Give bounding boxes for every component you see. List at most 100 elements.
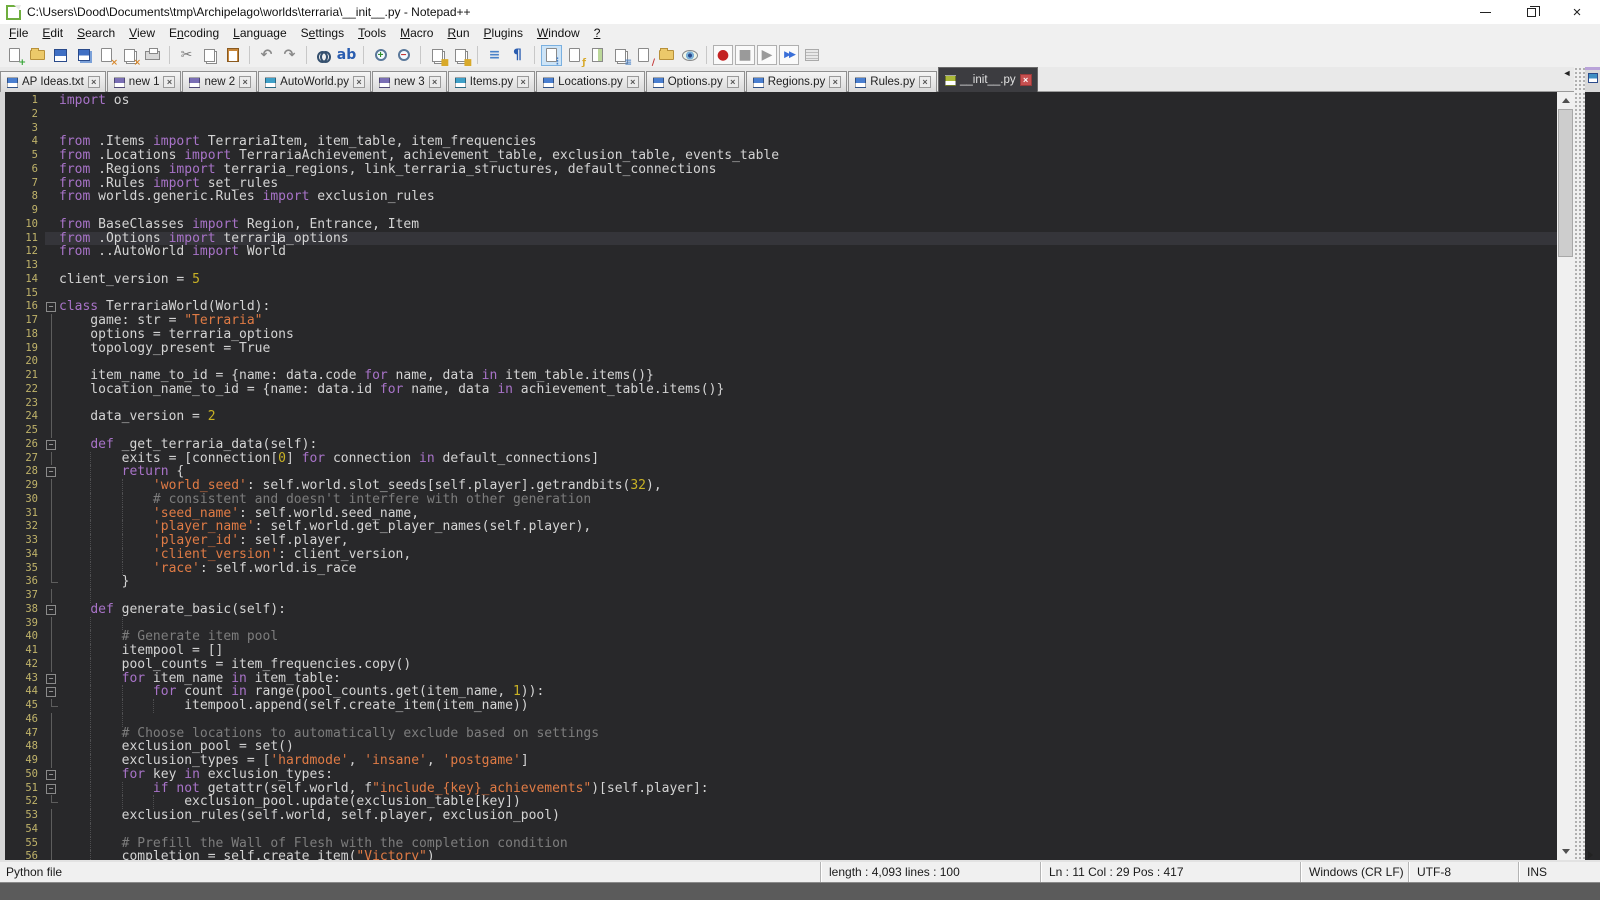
menu-view[interactable]: View [122,24,162,43]
code-line-52[interactable]: 52 exclusion_pool.update(exclusion_table… [5,795,1557,809]
code-line-10[interactable]: 10from BaseClasses import Region, Entran… [5,218,1557,232]
cut-icon[interactable]: ✂ [176,45,197,66]
copy-icon[interactable] [199,45,220,66]
sync-vertical-scroll-icon[interactable]: ■ [427,45,448,66]
tab-close-icon[interactable]: × [163,76,175,88]
tab-new-2[interactable]: new 2× [182,71,257,92]
find-icon[interactable] [313,45,334,66]
code-line-48[interactable]: 48 exclusion_pool = set() [5,740,1557,754]
menu-search[interactable]: Search [70,24,122,43]
code-line-19[interactable]: 19 topology_present = True [5,342,1557,356]
code-line-5[interactable]: 5from .Locations import TerrariaAchievem… [5,149,1557,163]
code-line-22[interactable]: 22 location_name_to_id = {name: data.id … [5,383,1557,397]
tab-close-icon[interactable]: × [727,76,739,88]
fold-marker[interactable]: − [45,768,59,782]
code-line-7[interactable]: 7from .Rules import set_rules [5,177,1557,191]
status-eol-format[interactable]: Windows (CR LF) [1300,862,1408,882]
code-line-47[interactable]: 47 # Choose locations to automatically e… [5,727,1557,741]
code-line-50[interactable]: 50− for key in exclusion_types: [5,768,1557,782]
document-list-icon[interactable]: ≡ [610,45,631,66]
code-line-33[interactable]: 33 'player_id': self.player, [5,534,1557,548]
tab-close-icon[interactable]: × [829,76,841,88]
editor[interactable]: 1import os 23 4from .Items import Terraria… [5,92,1557,860]
code-line-54[interactable]: 54 [5,823,1557,837]
print-icon[interactable] [142,45,163,66]
tab-locations-py[interactable]: Locations.py× [536,71,645,92]
monitoring-icon[interactable] [679,45,700,66]
view-splitter-top[interactable] [1574,67,1585,92]
code-line-37[interactable]: 37 [5,589,1557,603]
code-line-46[interactable]: 46 [5,713,1557,727]
sync-horizontal-scroll-icon[interactable]: ■ [450,45,471,66]
second-view[interactable] [1585,92,1600,860]
close-button[interactable]: × [1554,0,1600,24]
menu-encoding[interactable]: Encoding [162,24,226,43]
macro-run-multiple-icon[interactable]: ▶▶ [779,45,799,65]
word-wrap-icon[interactable]: ≡ [484,45,505,66]
tab-close-icon[interactable]: × [919,76,931,88]
code-line-39[interactable]: 39 [5,617,1557,631]
code-line-23[interactable]: 23 [5,397,1557,411]
code-line-35[interactable]: 35 'race': self.world.is_race [5,562,1557,576]
fold-marker[interactable]: − [45,465,59,479]
status-insert-mode[interactable]: INS [1518,862,1600,882]
code-line-14[interactable]: 14client_version = 5 [5,273,1557,287]
menu-macro[interactable]: Macro [393,24,440,43]
code-line-51[interactable]: 51− if not getattr(self.world, f"include… [5,782,1557,796]
fold-marker[interactable]: − [45,300,59,314]
code-line-16[interactable]: 16−class TerrariaWorld(World): [5,300,1557,314]
code-line-3[interactable]: 3 [5,122,1557,136]
code-line-24[interactable]: 24 data_version = 2 [5,410,1557,424]
minimize-button[interactable] [1462,0,1508,24]
code-line-55[interactable]: 55 # Prefill the Wall of Flesh with the … [5,837,1557,851]
tab-regions-py[interactable]: Regions.py× [746,71,848,92]
code-line-27[interactable]: 27 exits = [connection[0] for connection… [5,452,1557,466]
code-line-53[interactable]: 53 exclusion_rules(self.world, self.play… [5,809,1557,823]
menu-help[interactable]: ? [587,24,608,43]
status-encoding[interactable]: UTF-8 [1408,862,1518,882]
menu-edit[interactable]: Edit [35,24,70,43]
menu-file[interactable]: File [2,24,35,43]
code-line-1[interactable]: 1import os [5,94,1557,108]
code-line-4[interactable]: 4from .Items import TerrariaItem, item_t… [5,135,1557,149]
menu-settings[interactable]: Settings [294,24,351,43]
close-icon[interactable]: × [96,45,117,66]
code-line-30[interactable]: 30 # consistent and doesn't interfere wi… [5,493,1557,507]
second-view-tab-fragment[interactable] [1585,67,1600,92]
code-line-32[interactable]: 32 'player_name': self.world.get_player_… [5,520,1557,534]
code-line-12[interactable]: 12from ..AutoWorld import World [5,245,1557,259]
view-splitter[interactable] [1574,92,1585,860]
tab-close-icon[interactable]: × [239,76,251,88]
fold-marker[interactable]: − [45,685,59,699]
code-line-29[interactable]: 29 'world_seed': self.world.slot_seeds[s… [5,479,1557,493]
tab-options-py[interactable]: Options.py× [646,71,745,92]
document-map-icon[interactable] [587,45,608,66]
folder-as-workspace-icon[interactable]: ∕ [633,45,654,66]
macro-play-icon[interactable]: ▶ [757,45,777,65]
vertical-scrollbar[interactable] [1557,92,1574,860]
paste-icon[interactable] [222,45,243,66]
code-line-6[interactable]: 6from .Regions import terraria_regions, … [5,163,1557,177]
code-line-42[interactable]: 42 pool_counts = item_frequencies.copy() [5,658,1557,672]
code-line-36[interactable]: 36 } [5,575,1557,589]
code-line-15[interactable]: 15 [5,287,1557,301]
code-line-44[interactable]: 44− for count in range(pool_counts.get(i… [5,685,1557,699]
code-line-8[interactable]: 8from worlds.generic.Rules import exclus… [5,190,1557,204]
tab--init-py[interactable]: __init__.py× [938,67,1038,92]
save-icon[interactable] [50,45,71,66]
code-line-20[interactable]: 20 [5,355,1557,369]
tab-close-icon[interactable]: × [429,76,441,88]
code-line-31[interactable]: 31 'seed_name': self.world.seed_name, [5,507,1557,521]
restore-button[interactable] [1508,0,1554,24]
code-line-28[interactable]: 28− return { [5,465,1557,479]
code-line-18[interactable]: 18 options = terraria_options [5,328,1557,342]
fold-marker[interactable]: − [45,438,59,452]
menu-window[interactable]: Window [530,24,587,43]
scroll-down-button[interactable] [1557,843,1574,860]
new-file-icon[interactable]: + [4,45,25,66]
undo-icon[interactable]: ↶ [256,45,277,66]
code-line-34[interactable]: 34 'client_version': client_version, [5,548,1557,562]
code-line-43[interactable]: 43− for item_name in item_table: [5,672,1557,686]
code-line-25[interactable]: 25 [5,424,1557,438]
code-line-21[interactable]: 21 item_name_to_id = {name: data.code fo… [5,369,1557,383]
